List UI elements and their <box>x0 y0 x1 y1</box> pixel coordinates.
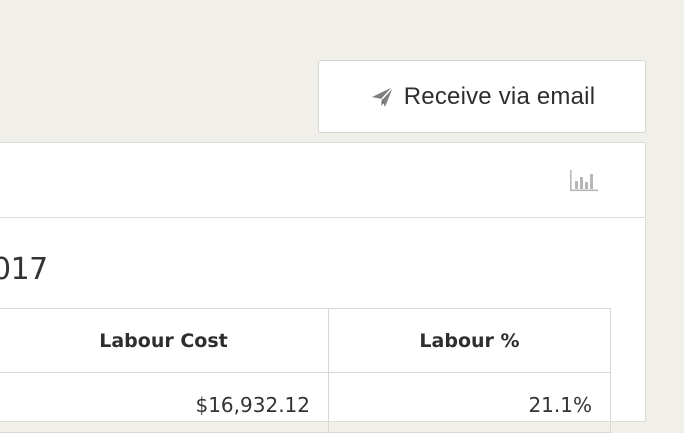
labour-cost-cell: $16,932.12 <box>0 372 329 433</box>
labour-report-table: Labour Cost Labour % $16,932.12 21.1% <box>0 308 611 433</box>
bar-chart-icon[interactable] <box>568 168 600 194</box>
report-period-title: 017 <box>0 252 48 287</box>
paper-plane-icon <box>369 84 395 110</box>
column-header-labour-percent: Labour % <box>328 308 611 373</box>
receive-via-email-label: Receive via email <box>403 82 596 110</box>
receive-via-email-button[interactable]: Receive via email <box>318 60 646 133</box>
panel-header <box>0 143 645 218</box>
column-header-labour-cost: Labour Cost <box>0 308 329 373</box>
table-row: $16,932.12 21.1% <box>0 372 611 433</box>
table-header-row: Labour Cost Labour % <box>0 308 611 373</box>
labour-percent-cell: 21.1% <box>328 372 611 433</box>
